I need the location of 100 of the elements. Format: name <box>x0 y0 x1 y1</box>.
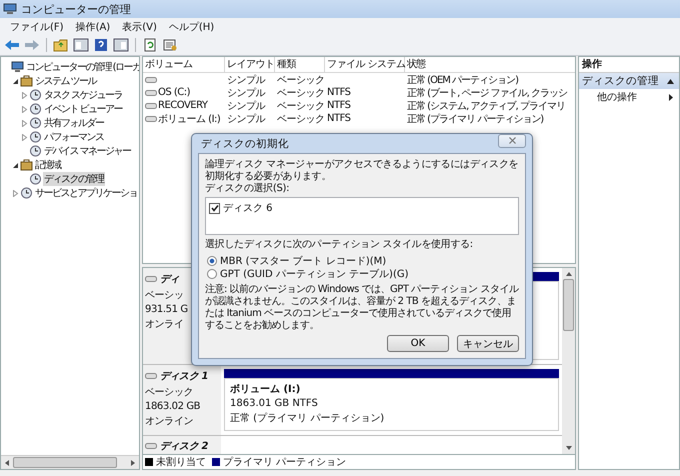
computer-icon <box>3 3 17 15</box>
radio-button[interactable] <box>207 268 217 278</box>
table-cell-text: 正常 (ブート, ページ ファイル, クラッシ <box>406 86 568 100</box>
column-header[interactable]: 状態 <box>405 57 575 72</box>
partition-size: 1863.01 GB NTFS <box>230 398 319 409</box>
table-cell: OS (C:) <box>158 87 190 98</box>
table-cell-text: ベーシック <box>276 112 325 126</box>
scroll-right-arrow-icon[interactable] <box>130 460 136 466</box>
table-cell-text: シンプル <box>226 112 266 126</box>
horizontal-scrollbar[interactable] <box>1 455 139 469</box>
collapsed-arrow-icon[interactable] <box>21 134 28 140</box>
help-icon[interactable] <box>93 38 109 52</box>
back-arrow-icon[interactable] <box>4 38 20 52</box>
disk-list[interactable]: ディスク 6 <box>205 197 519 235</box>
tree-item[interactable]: ディスクの管理 <box>43 172 104 186</box>
disk-type: ベーシック <box>145 386 194 399</box>
column-header[interactable]: ファイル システム <box>325 57 405 72</box>
radio-label: MBR (マスター ブート レコード)(M) <box>220 254 386 268</box>
dialog-button[interactable]: キャンセル <box>457 335 519 352</box>
window-title: コンピューターの管理 <box>21 2 131 16</box>
menu-item[interactable]: ヘルプ(H) <box>162 20 220 34</box>
radio-button[interactable] <box>207 256 217 266</box>
submenu-arrow-icon <box>669 94 673 100</box>
table-cell: NTFS <box>327 100 351 111</box>
disk-type: ベーシッ <box>145 289 184 302</box>
vertical-scrollbar[interactable] <box>562 268 575 454</box>
tree-item[interactable]: サービスとアプリケーショ <box>34 186 138 200</box>
checkbox[interactable] <box>209 202 220 214</box>
table-cell-text: 正常 (OEM パーティション) <box>406 74 520 86</box>
partition-name: ボリューム (I:) <box>230 383 302 396</box>
disk-name: ディ <box>160 273 180 286</box>
disk-drive-icon <box>145 102 157 110</box>
scroll-left-arrow-icon[interactable] <box>4 460 10 466</box>
legend-label: プライマリ パーティション <box>223 456 346 469</box>
collapsed-arrow-icon[interactable] <box>12 190 19 196</box>
table-cell-text: ベーシック <box>276 74 325 86</box>
dialog-button[interactable]: OK <box>387 335 449 352</box>
tree-item[interactable]: 記憶域 <box>34 158 62 172</box>
computer-icon <box>11 61 24 73</box>
close-button[interactable] <box>498 134 526 148</box>
column-header[interactable]: レイアウト <box>225 57 275 72</box>
disk-drive-icon <box>145 275 157 283</box>
action-link[interactable]: 他の操作 <box>597 90 637 104</box>
table-cell: RECOVERY <box>158 100 208 111</box>
panel-icon[interactable] <box>73 38 89 52</box>
table-cell: NTFS <box>327 113 351 124</box>
table-cell-text: ベーシック <box>276 100 325 112</box>
properties-icon[interactable] <box>162 38 178 52</box>
disk-drive-icon <box>145 88 157 96</box>
table-cell-text: ボリューム (I:) <box>158 112 220 126</box>
tree-item[interactable]: コンピューターの管理 (ローカ <box>25 60 139 74</box>
disk-size: 931.51 G <box>145 304 188 315</box>
close-icon <box>508 137 516 144</box>
tree-item[interactable]: イベント ビューアー <box>43 102 124 116</box>
tree-item[interactable]: 共有フォルダー <box>43 116 104 130</box>
field-label: ディスクの選択(S): <box>205 183 290 195</box>
disk-drive-icon <box>145 76 157 84</box>
disk-status: オンライ <box>145 318 184 331</box>
collapsed-arrow-icon[interactable] <box>21 92 28 98</box>
table-cell: NTFS <box>327 87 351 98</box>
table-cell-text: 正常 (プライマリ パーティション) <box>406 112 544 126</box>
tree-item[interactable]: デバイス マネージャー <box>43 144 132 158</box>
tree-item[interactable]: タスク スケジューラ <box>43 88 124 102</box>
scroll-thumb[interactable] <box>13 457 117 468</box>
collapsed-arrow-icon[interactable] <box>21 106 28 112</box>
disk-name: ディスク 2 <box>160 440 208 453</box>
column-header[interactable]: ボリューム <box>143 57 225 72</box>
table-cell-text: 正常 (システム, アクティブ, プライマリ <box>406 100 566 112</box>
expanded-arrow-icon[interactable] <box>12 162 19 168</box>
expanded-arrow-icon[interactable] <box>12 78 19 84</box>
scroll-down-arrow-icon[interactable] <box>566 445 572 451</box>
scroll-up-arrow-icon[interactable] <box>566 271 572 277</box>
legend-label: 未割り当て <box>156 456 206 469</box>
folder-icon[interactable] <box>53 38 69 52</box>
note-text: 注意: 以前のバージョンの Windows では、GPT パーティション スタイルが認識されません。このスタイルは、容量が 2 TB を超えるディスク、または Itanium ベースのコンピューターで使用されているディスクで使用することをお勧めします。 <box>205 284 519 332</box>
tree-item[interactable]: システム ツール <box>34 74 98 88</box>
panel-icon[interactable] <box>113 38 129 52</box>
partition-block[interactable]: ボリューム (I:) 1863.01 GB NTFS 正常 (プライマリ パーティション) <box>224 378 559 431</box>
collapse-arrow-icon[interactable] <box>667 78 674 84</box>
disk-drive-icon <box>145 114 157 122</box>
toolbox-icon <box>20 159 33 171</box>
actions-section-header[interactable]: ディスクの管理 <box>579 73 679 89</box>
toolbox-icon <box>20 75 33 87</box>
dialog-title: ディスクの初期化 <box>201 136 289 150</box>
disk-name: ディスク 1 <box>160 370 208 383</box>
collapsed-arrow-icon[interactable] <box>21 120 28 126</box>
menu-item[interactable]: 操作(A) <box>70 20 116 34</box>
menu-item[interactable]: ファイル(F) <box>4 20 70 34</box>
field-label: 選択したディスクに次のパーティション スタイルを使用する: <box>205 239 474 251</box>
disk-drive-icon <box>145 372 157 380</box>
table-cell-text: シンプル <box>226 74 266 86</box>
refresh-icon[interactable] <box>142 38 158 52</box>
tree-item[interactable]: パフォーマンス <box>43 130 104 144</box>
table-cell-text: ベーシック <box>276 86 325 100</box>
table-cell-text: シンプル <box>226 86 266 100</box>
table-cell-text: シンプル <box>226 100 266 112</box>
scroll-thumb[interactable] <box>563 279 574 331</box>
disk-drive-icon <box>145 442 157 450</box>
column-header[interactable]: 種類 <box>275 57 325 72</box>
menu-item[interactable]: 表示(V) <box>116 20 163 34</box>
